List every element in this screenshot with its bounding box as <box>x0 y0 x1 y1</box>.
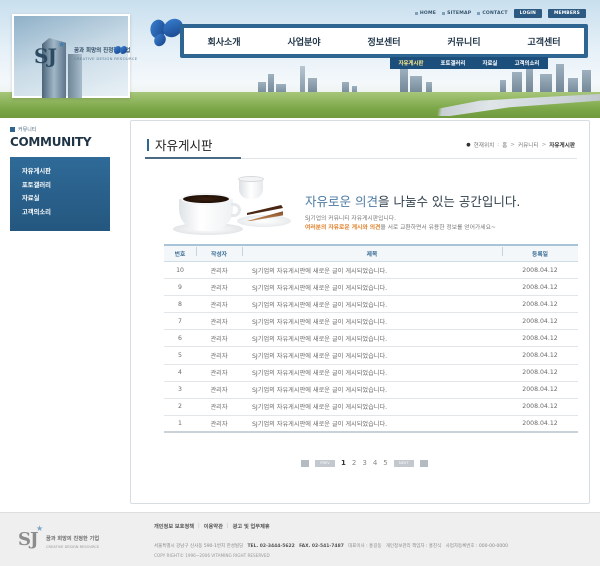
table-body: 10 관리자 SJ기업의 자유게시판에 새로운 글이 게시되었습니다. 2008.04… <box>164 262 578 433</box>
breadcrumb-current: 자유게시판 <box>549 143 575 149</box>
logo-photo-frame[interactable]: SJ ★ 꿈과 희망의 진정한 기업 CREATIVE DESIGN RESOU… <box>12 14 137 98</box>
sub-nav-photo-gallery[interactable]: 포토갤러리 <box>441 59 466 67</box>
pagination: PREV 1 2 3 4 5 NEXT <box>301 459 428 467</box>
bullet-icon <box>477 12 481 15</box>
privacy-policy-link[interactable]: 개인정보 보호정책 <box>154 523 194 530</box>
sidebar-item-photo-gallery[interactable]: 포토갤러리 <box>22 179 110 193</box>
intro-description-2: 여러분의 자유로운 게시와 의견을 서로 교환하면서 유용한 정보를 얻어가세요… <box>305 225 496 231</box>
sidebar-item-freeboard[interactable]: 자유게시판 <box>22 165 110 179</box>
post-subject-link[interactable]: SJ기업의 자유게시판에 새로운 글이 게시되었습니다. <box>242 266 502 275</box>
sidebar: 커뮤니티 COMMUNITY 자유게시판 포토갤러리 자료실 고객의소리 <box>10 126 110 231</box>
table-row[interactable]: 9 관리자 SJ기업의 자유게시판에 새로운 글이 게시되었습니다. 2008.04.… <box>164 279 578 297</box>
sidebar-title: COMMUNITY <box>10 135 92 149</box>
sitemap-link[interactable]: SITEMAP <box>442 11 471 16</box>
first-page-icon[interactable] <box>301 459 309 467</box>
login-button[interactable]: LOGIN <box>513 9 542 18</box>
last-page-icon[interactable] <box>419 459 428 467</box>
main-nav-business[interactable]: 사업분야 <box>287 35 320 48</box>
post-subject-link[interactable]: SJ기업의 자유게시판에 새로운 글이 게시되었습니다. <box>242 317 502 326</box>
contact-link[interactable]: CONTACT <box>477 11 507 16</box>
footer-links: 개인정보 보호정책 | 이용약관 | 광고 및 업무제휴 <box>154 523 270 530</box>
butterfly-icon <box>147 15 186 50</box>
table-row[interactable]: 1 관리자 SJ기업의 자유게시판에 새로운 글이 게시되었습니다. 2008.04.… <box>164 416 578 433</box>
table-header: 번호 작성자 제목 등록일 <box>164 244 578 262</box>
breadcrumb: ● 현재위치 : 홈 > 커뮤니티 > 자유게시판 <box>466 141 575 149</box>
sub-nav: 자유게시판 포토갤러리 자료실 고객의소리 <box>390 57 548 69</box>
header-date: 등록일 <box>502 247 578 258</box>
breadcrumb-community[interactable]: 커뮤니티 <box>518 141 539 149</box>
footer-address: 서울특별시 강남구 신사동 590-1번지 한성빌딩 TEL. 02-3444-… <box>154 544 508 549</box>
header-number: 번호 <box>174 252 186 258</box>
post-subject-link[interactable]: SJ기업의 자유게시판에 새로운 글이 게시되었습니다. <box>242 334 502 343</box>
page-number[interactable]: 3 <box>362 459 366 467</box>
table-row[interactable]: 4 관리자 SJ기업의 자유게시판에 새로운 글이 게시되었습니다. 2008.04.… <box>164 365 578 382</box>
partnership-link[interactable]: 광고 및 업무제휴 <box>233 523 270 530</box>
chevron-right-icon: > <box>541 142 547 148</box>
coffee-cake-illustration <box>171 176 291 241</box>
chevron-right-icon: > <box>510 142 515 148</box>
intro-headline: 자유로운 의견을 나눌수 있는 공간입니다. <box>305 194 521 209</box>
bullet-icon <box>442 12 446 15</box>
next-page-button[interactable]: NEXT <box>393 459 414 467</box>
table-row[interactable]: 10 관리자 SJ기업의 자유게시판에 새로운 글이 게시되었습니다. 2008.04… <box>164 262 578 280</box>
site-header: SJ ★ 꿈과 희망의 진정한 기업 CREATIVE DESIGN RESOU… <box>0 0 600 118</box>
table-row[interactable]: 6 관리자 SJ기업의 자유게시판에 새로운 글이 게시되었습니다. 2008.04.… <box>164 330 578 348</box>
header-author: 작성자 <box>196 247 242 258</box>
square-bullet-icon <box>10 127 15 132</box>
post-subject-link[interactable]: SJ기업의 자유게시판에 새로운 글이 게시되었습니다. <box>242 368 502 377</box>
main-nav-community[interactable]: 커뮤니티 <box>447 35 480 48</box>
bullet-icon: ● <box>466 142 471 148</box>
main-nav-info[interactable]: 정보센터 <box>367 35 400 48</box>
table-row[interactable]: 3 관리자 SJ기업의 자유게시판에 새로운 글이 게시되었습니다. 2008.04.… <box>164 382 578 399</box>
terms-link[interactable]: 이용약관 <box>204 523 223 530</box>
header-subject: 제목 <box>242 247 502 258</box>
star-icon: ★ <box>36 524 44 533</box>
page-number[interactable]: 4 <box>373 459 377 467</box>
page-title: 자유게시판 <box>147 135 213 154</box>
sidebar-item-archive[interactable]: 자료실 <box>22 192 110 206</box>
title-bar-icon <box>147 138 149 151</box>
page-number[interactable]: 2 <box>352 459 356 467</box>
post-subject-link[interactable]: SJ기업의 자유게시판에 새로운 글이 게시되었습니다. <box>242 300 502 309</box>
sidebar-small-label: 커뮤니티 <box>10 126 110 133</box>
home-link[interactable]: HOME <box>414 11 436 16</box>
sub-nav-customer-voice[interactable]: 고객의소리 <box>515 59 540 67</box>
table-row[interactable]: 7 관리자 SJ기업의 자유게시판에 새로운 글이 게시되었습니다. 2008.04.… <box>164 313 578 331</box>
star-icon: ★ <box>58 40 66 49</box>
bullet-icon <box>414 12 418 15</box>
small-butterfly-icon <box>114 46 128 58</box>
logo-mark: SJ <box>34 44 57 68</box>
post-subject-link[interactable]: SJ기업의 자유게시판에 새로운 글이 게시되었습니다. <box>242 283 502 292</box>
footer-copyright: COPY RIGHT© 1996~2006 VITAMING RIGHT RES… <box>154 553 270 558</box>
sub-nav-archive[interactable]: 자료실 <box>483 59 498 67</box>
table-row[interactable]: 5 관리자 SJ기업의 자유게시판에 새로운 글이 게시되었습니다. 2008.04.… <box>164 347 578 365</box>
post-subject-link[interactable]: SJ기업의 자유게시판에 새로운 글이 게시되었습니다. <box>242 402 502 411</box>
table-row[interactable]: 2 관리자 SJ기업의 자유게시판에 새로운 글이 게시되었습니다. 2008.04.… <box>164 399 578 416</box>
page-number[interactable]: 1 <box>341 459 346 467</box>
main-nav: 회사소개 사업분야 정보센터 커뮤니티 고객센터 <box>180 24 588 58</box>
main-nav-customer[interactable]: 고객센터 <box>527 35 560 48</box>
page-number[interactable]: 5 <box>383 459 387 467</box>
post-subject-link[interactable]: SJ기업의 자유게시판에 새로운 글이 게시되었습니다. <box>242 419 502 428</box>
footer-logo-mark: SJ <box>18 529 38 550</box>
sidebar-menu: 자유게시판 포토갤러리 자료실 고객의소리 <box>10 157 110 231</box>
post-subject-link[interactable]: SJ기업의 자유게시판에 새로운 글이 게시되었습니다. <box>242 351 502 360</box>
utility-nav: HOME SITEMAP CONTACT LOGIN MEMBERS <box>414 9 586 18</box>
site-footer: SJ ★ 꿈과 희망의 진정한 기업 CREATIVE DESIGN RESOU… <box>0 512 600 566</box>
footer-logo-subtitle: CREATIVE DESIGN RESOURCE <box>46 545 100 549</box>
sub-nav-freeboard[interactable]: 자유게시판 <box>399 59 424 67</box>
post-subject-link[interactable]: SJ기업의 자유게시판에 새로운 글이 게시되었습니다. <box>242 385 502 394</box>
sidebar-item-customer-voice[interactable]: 고객의소리 <box>22 206 110 220</box>
members-button[interactable]: MEMBERS <box>547 9 586 18</box>
footer-logo-tagline: 꿈과 희망의 진정한 기업 <box>46 536 100 542</box>
main-nav-company[interactable]: 회사소개 <box>207 35 240 48</box>
content-area: 자유게시판 ● 현재위치 : 홈 > 커뮤니티 > 자유게시판 자유로운 의견을… <box>130 120 590 504</box>
table-row[interactable]: 8 관리자 SJ기업의 자유게시판에 새로운 글이 게시되었습니다. 2008.04.… <box>164 296 578 314</box>
prev-page-button[interactable]: PREV <box>315 459 335 467</box>
board-table: 번호 작성자 제목 등록일 10 관리자 SJ기업의 자유게시판에 새로운 글이 게… <box>164 244 578 433</box>
intro-description: SJ기업의 커뮤니티 자유게시판입니다. <box>305 216 396 222</box>
breadcrumb-home[interactable]: 홈 <box>502 141 507 149</box>
